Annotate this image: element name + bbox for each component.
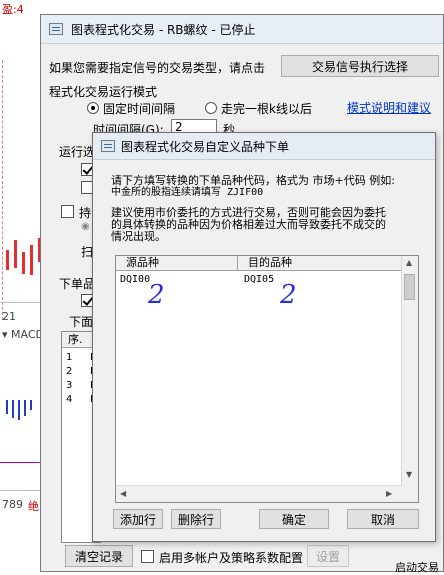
- instruction-line-2: 中金所的股指连续请填写 ZJIF00: [111, 187, 264, 198]
- grid-vertical-scrollbar[interactable]: ▲ ▼: [401, 256, 418, 502]
- chart-top-label: 盈:4: [2, 3, 24, 16]
- settings-button[interactable]: 设置: [307, 545, 349, 567]
- run-section-label: 运行选: [59, 145, 96, 159]
- record-row-num: 4: [66, 394, 73, 405]
- scroll-down-icon[interactable]: ▼: [406, 470, 412, 479]
- cancel-button[interactable]: 取消: [347, 509, 419, 529]
- cell-target-symbol[interactable]: DQI05: [244, 274, 274, 285]
- cell-source-symbol[interactable]: DQI00: [120, 274, 150, 285]
- radio-kline[interactable]: [205, 102, 217, 114]
- start-trade-link[interactable]: 启动交易: [395, 559, 439, 575]
- handwritten-mark-2: 2: [280, 280, 297, 310]
- main-title-bar: 图表程式化交易 - RB螺纹 - 已停止: [41, 15, 443, 44]
- chart-candle: [6, 250, 9, 270]
- macd-line: [0, 462, 40, 463]
- ok-button[interactable]: 确定: [259, 509, 329, 529]
- hold-checkbox[interactable]: [61, 205, 74, 218]
- scroll-thumb[interactable]: [404, 274, 415, 300]
- radio-fixed-interval[interactable]: [87, 102, 99, 114]
- instruction-line-1: 请下方填写转换的下单品种代码，格式为 市场+代码 例如:: [111, 174, 395, 187]
- hold-label: 持: [79, 206, 92, 220]
- chart-candle: [22, 252, 25, 274]
- run-mode-label: 程式化交易运行模式: [49, 85, 158, 99]
- record-row-num: 3: [66, 380, 73, 391]
- small-radio-mark: ◉: [81, 221, 90, 232]
- order-label: 下单品: [59, 277, 96, 291]
- macd-label: ▾ MACD: [2, 328, 45, 341]
- chart-label-jue: 绝: [28, 500, 39, 513]
- main-title: 图表程式化交易 - RB螺纹 - 已停止: [71, 23, 256, 37]
- radio-kline-label: 走完一根k线以后: [221, 102, 312, 116]
- column-header-source[interactable]: 源品种: [116, 256, 238, 271]
- radio-fixed-label: 固定时间间隔: [103, 102, 176, 116]
- symbol-mapping-grid[interactable]: 源品种 目的品种 DQI00 DQI05 2 2 ▲ ▼ ◀ ▶: [115, 255, 419, 503]
- record-row-num: 2: [66, 366, 73, 377]
- mode-help-link[interactable]: 模式说明和建议: [347, 99, 431, 116]
- handwritten-mark-1: 2: [148, 280, 165, 310]
- scroll-right-icon[interactable]: ▶: [386, 489, 392, 498]
- grid-horizontal-scrollbar[interactable]: ◀ ▶: [116, 485, 402, 502]
- app-icon: [49, 23, 63, 35]
- column-header-target[interactable]: 目的品种: [238, 256, 404, 271]
- chart-candle: [30, 245, 33, 275]
- chart-candle: [14, 240, 17, 268]
- record-row-num: 1: [66, 352, 73, 363]
- multi-account-checkbox[interactable]: [141, 550, 154, 563]
- dialog-title-bar: 图表程式化交易自定义品种下单: [93, 133, 435, 160]
- signal-select-button[interactable]: 交易信号执行选择: [281, 55, 439, 77]
- delete-row-button[interactable]: 删除行: [171, 509, 221, 529]
- chart-label-21: 21: [2, 310, 16, 323]
- chart-dashed-line: [2, 60, 4, 320]
- dialog-instruction: 请下方填写转换的下单品种代码，格式为 市场+代码 例如: 中金所的股指连续请填写…: [111, 175, 395, 199]
- chart-label-789: 789: [2, 498, 23, 511]
- custom-order-dialog: 图表程式化交易自定义品种下单 请下方填写转换的下单品种代码，格式为 市场+代码 …: [92, 132, 436, 542]
- dialog-title: 图表程式化交易自定义品种下单: [121, 140, 290, 154]
- multi-account-label: 启用多帐户及策略系数配置: [159, 551, 304, 565]
- signal-prompt-text: 如果您需要指定信号的交易类型，请点击: [49, 61, 266, 75]
- scroll-up-icon[interactable]: ▲: [406, 258, 412, 267]
- scroll-left-icon[interactable]: ◀: [120, 489, 126, 498]
- clear-records-button[interactable]: 清空记录: [65, 545, 133, 567]
- add-row-button[interactable]: 添加行: [113, 509, 163, 529]
- advice-line-3: 情况出现。: [111, 230, 166, 243]
- macd-bars: [4, 400, 44, 420]
- below-label: 下面: [69, 315, 94, 329]
- dialog-app-icon: [101, 140, 115, 152]
- dialog-advice: 建议使用市价委托的方式进行交易，否则可能会因为委托 的具体转换的品种因为价格相差…: [111, 207, 427, 243]
